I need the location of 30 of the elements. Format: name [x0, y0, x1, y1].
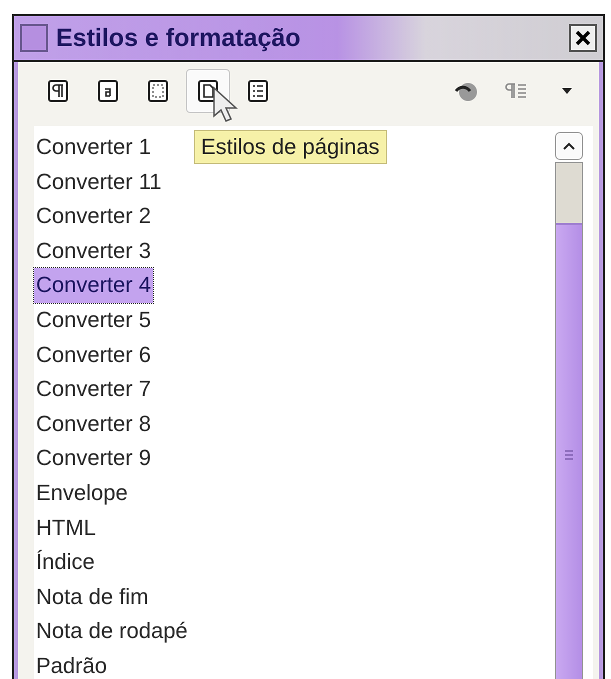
style-item[interactable]: Converter 8: [34, 406, 153, 442]
character-style-icon: [96, 79, 120, 103]
style-item[interactable]: Converter 6: [34, 338, 153, 372]
caret-icon: [561, 87, 573, 95]
style-item[interactable]: Converter 4: [34, 268, 153, 303]
list-style-icon: [246, 79, 270, 103]
style-item[interactable]: Converter 5: [34, 302, 153, 338]
style-item[interactable]: Padrão: [34, 648, 109, 679]
page-style-icon: [196, 79, 220, 103]
style-item[interactable]: Converter 9: [34, 441, 153, 476]
style-item[interactable]: Converter 11: [34, 164, 164, 200]
style-item[interactable]: Converter 3: [34, 234, 153, 268]
scroll-up-button[interactable]: [555, 132, 583, 160]
window-icon: [20, 24, 48, 52]
style-item[interactable]: Converter 2: [34, 199, 153, 234]
scrollbar-thumb[interactable]: [556, 163, 582, 223]
grip-icon: [564, 449, 574, 461]
style-item[interactable]: Envelope: [34, 476, 130, 511]
style-item[interactable]: Índice: [34, 545, 97, 580]
tooltip: Estilos de páginas: [194, 130, 387, 164]
style-item[interactable]: Converter 7: [34, 372, 153, 407]
frame-style-icon: [146, 79, 170, 103]
style-item[interactable]: Nota de fim: [34, 580, 150, 614]
close-icon: [575, 30, 591, 46]
style-item[interactable]: HTML: [34, 510, 98, 546]
window-title: Estilos e formatação: [56, 24, 301, 52]
style-item[interactable]: Converter 1: [34, 130, 153, 165]
style-item[interactable]: Nota de rodapé: [34, 614, 190, 649]
close-button[interactable]: [569, 24, 597, 52]
paragraph-style-icon: [46, 79, 70, 103]
